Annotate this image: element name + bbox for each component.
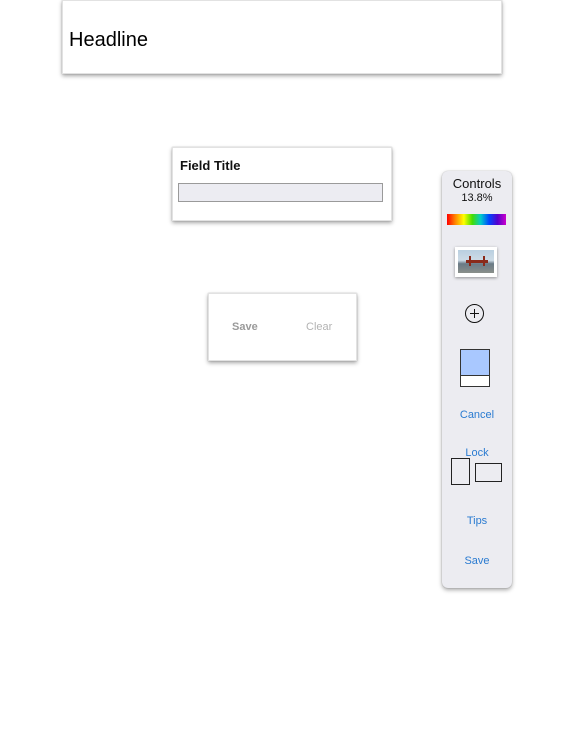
save-button[interactable]: Save [232,321,258,333]
add-circle-icon[interactable] [465,304,484,323]
spectrum-icon[interactable] [447,214,506,225]
controls-percent: 13.8% [461,192,493,204]
photo-thumbnail-icon[interactable] [455,247,497,277]
cancel-button[interactable]: Cancel [442,409,512,421]
field-title-label: Field Title [180,158,241,173]
actions-card: Save Clear [208,293,357,361]
landscape-orientation-icon[interactable] [475,463,502,482]
headline-card: Headline [62,0,502,74]
bridge-tower [469,256,471,266]
controls-title: Controls [452,176,502,191]
portrait-orientation-icon[interactable] [451,458,470,485]
field-input[interactable] [178,183,383,202]
bridge-tower [483,256,485,266]
headline-title: Headline [69,29,148,51]
tips-button[interactable]: Tips [442,515,512,527]
field-card: Field Title [172,147,392,221]
controls-panel: Controls 13.8% Cancel Lock Tips Save [442,171,512,588]
color-swatch-fill [461,350,489,376]
clear-button[interactable]: Clear [306,321,332,333]
photo-image [458,250,494,273]
controls-save-button[interactable]: Save [442,555,512,567]
color-swatch-slider[interactable] [460,349,490,387]
